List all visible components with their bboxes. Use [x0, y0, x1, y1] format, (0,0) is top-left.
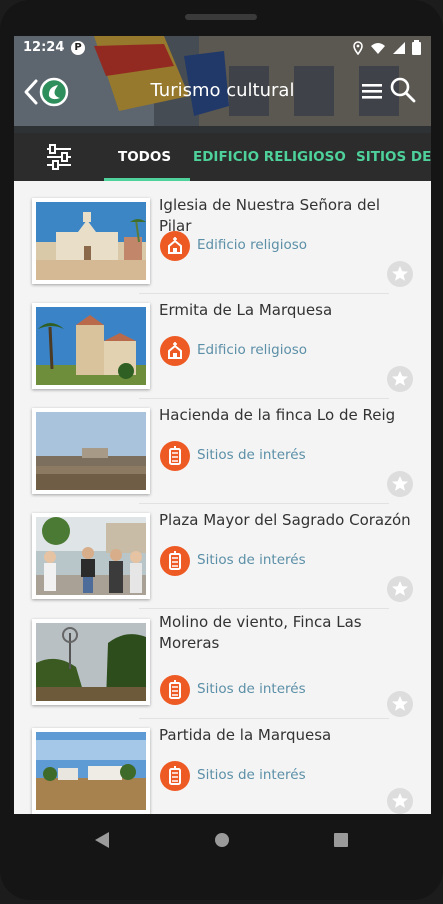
place-title: Ermita de La Marquesa: [159, 301, 333, 319]
place-thumbnail: [32, 619, 150, 705]
place-title: Molino de viento, Finca Las Moreras: [159, 613, 362, 652]
place-thumbnail: [32, 198, 150, 284]
list-item[interactable]: Partida de la Marquesa Sitios de interés: [32, 718, 413, 814]
app-screen: 12:24 P Turismo cultural TODOS EDIFICIO …: [14, 36, 431, 814]
category-label: Edificio religioso: [197, 237, 308, 253]
place-category: Sitios de interés: [160, 441, 360, 471]
speaker-grille: [185, 14, 257, 20]
list-item[interactable]: Hacienda de la finca Lo de Reig Sitios d…: [32, 398, 413, 504]
place-title: Partida de la Marquesa: [159, 726, 332, 744]
favorite-star-icon[interactable]: [387, 691, 413, 717]
place-thumbnail: [32, 728, 150, 814]
places-list: Iglesia de Nuestra Señora del Pilar Edif…: [14, 181, 431, 814]
status-bar: 12:24 P: [14, 36, 431, 60]
place-category: Sitios de interés: [160, 761, 360, 791]
favorite-star-icon[interactable]: [387, 261, 413, 287]
favorite-star-icon[interactable]: [387, 576, 413, 602]
status-time: 12:24: [23, 40, 65, 55]
church-icon: [160, 336, 190, 366]
category-label: Sitios de interés: [197, 767, 306, 783]
location-icon: [353, 40, 363, 55]
place-category: Edificio religioso: [160, 231, 360, 261]
list-item[interactable]: Ermita de La Marquesa Edificio religioso: [32, 293, 413, 399]
tab-sitios-de-interes[interactable]: SITIOS DE I: [356, 149, 431, 165]
home-nav-icon: [215, 833, 229, 847]
place-thumbnail: [32, 303, 150, 389]
app-bar: Turismo cultural: [14, 70, 431, 114]
list-item[interactable]: Plaza Mayor del Sagrado Corazón Sitios d…: [32, 503, 413, 609]
wifi-icon: [371, 42, 385, 54]
favorite-star-icon[interactable]: [387, 471, 413, 497]
list-item[interactable]: Iglesia de Nuestra Señora del Pilar Edif…: [32, 188, 413, 294]
place-category: Sitios de interés: [160, 546, 360, 576]
back-nav-icon: [95, 832, 109, 848]
landmark-icon: [160, 675, 190, 705]
system-navigation-bar: [0, 814, 443, 900]
menu-icon[interactable]: [359, 78, 385, 104]
status-icons: [352, 40, 421, 55]
place-title: Plaza Mayor del Sagrado Corazón: [159, 511, 411, 529]
favorite-star-icon[interactable]: [387, 788, 413, 814]
place-category: Edificio religioso: [160, 336, 360, 366]
tab-edificio-religioso[interactable]: EDIFICIO RELIGIOSO: [193, 149, 346, 165]
battery-icon: [412, 40, 421, 55]
favorite-star-icon[interactable]: [387, 366, 413, 392]
category-label: Sitios de interés: [197, 447, 306, 463]
church-icon: [160, 231, 190, 261]
place-title: Hacienda de la finca Lo de Reig: [159, 406, 396, 424]
category-tabs: TODOS EDIFICIO RELIGIOSO SITIOS DE I: [14, 133, 431, 181]
phone-frame: 12:24 P Turismo cultural TODOS EDIFICIO …: [0, 0, 443, 900]
header-photo: 12:24 P Turismo cultural TODOS EDIFICIO …: [14, 36, 431, 181]
place-thumbnail: [32, 513, 150, 599]
place-thumbnail: [32, 408, 150, 494]
landmark-icon: [160, 441, 190, 471]
signal-icon: [393, 41, 405, 54]
category-label: Edificio religioso: [197, 342, 308, 358]
parking-indicator-icon: P: [71, 41, 85, 55]
landmark-icon: [160, 546, 190, 576]
search-icon[interactable]: [389, 76, 417, 104]
list-item[interactable]: Molino de viento, Finca Las Moreras Siti…: [32, 609, 413, 717]
category-label: Sitios de interés: [197, 681, 306, 697]
category-label: Sitios de interés: [197, 552, 306, 568]
filter-sliders-icon[interactable]: [44, 143, 74, 171]
recents-nav-icon: [334, 833, 348, 847]
tab-todos[interactable]: TODOS: [118, 149, 171, 165]
place-category: Sitios de interés: [160, 675, 360, 705]
landmark-icon: [160, 761, 190, 791]
